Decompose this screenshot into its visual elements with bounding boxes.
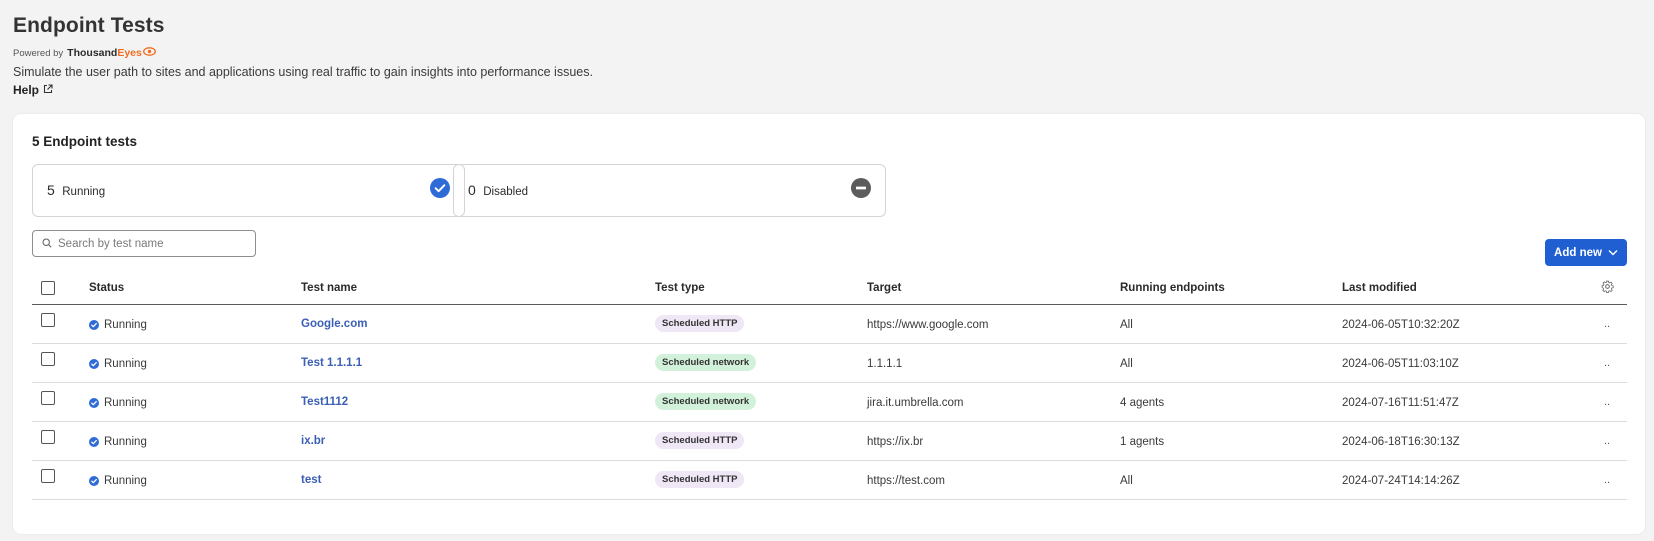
target-cell: https://ix.br xyxy=(867,436,924,448)
running-count: 5 xyxy=(47,181,55,198)
column-header-modified[interactable]: Last modified xyxy=(1342,282,1587,294)
status-text: Running xyxy=(104,397,147,409)
running-endpoints-cell: All xyxy=(1120,358,1133,370)
row-checkbox[interactable] xyxy=(41,430,55,444)
disabled-label: Disabled xyxy=(483,185,528,198)
column-header-running[interactable]: Running endpoints xyxy=(1120,282,1342,294)
test-name-link[interactable]: ix.br xyxy=(301,435,325,447)
running-endpoints-cell: All xyxy=(1120,319,1133,331)
row-actions-menu[interactable]: .. xyxy=(1604,396,1610,408)
help-link[interactable]: Help xyxy=(13,83,53,97)
check-circle-icon xyxy=(89,359,99,369)
table-body: Running Google.com Scheduled HTTP https:… xyxy=(32,305,1627,500)
help-link-label: Help xyxy=(13,83,40,97)
test-type-badge: Scheduled HTTP xyxy=(655,314,745,332)
test-type-badge: Scheduled HTTP xyxy=(655,431,745,449)
target-cell: 1.1.1.1 xyxy=(867,358,903,370)
running-label: Running xyxy=(62,185,106,198)
target-cell: https://www.google.com xyxy=(867,319,989,331)
status-text: Running xyxy=(104,475,147,487)
target-cell: jira.it.umbrella.com xyxy=(867,397,964,409)
column-header-name[interactable]: Test name xyxy=(301,282,655,294)
running-filter-card[interactable]: 5 Running xyxy=(32,164,465,217)
row-actions-menu[interactable]: .. xyxy=(1604,435,1610,447)
status-cell: Running xyxy=(89,473,301,487)
test-name-link[interactable]: Test1112 xyxy=(301,396,348,408)
select-all-checkbox[interactable] xyxy=(41,280,55,295)
table-row[interactable]: Running test Scheduled HTTP https://test… xyxy=(32,461,1627,500)
column-header-status[interactable]: Status xyxy=(89,282,301,294)
row-actions-menu[interactable]: .. xyxy=(1604,318,1610,330)
column-header-target[interactable]: Target xyxy=(867,282,1120,294)
external-link-icon xyxy=(43,83,53,97)
add-new-button[interactable]: Add new xyxy=(1545,239,1627,266)
row-checkbox[interactable] xyxy=(41,391,55,405)
row-checkbox[interactable] xyxy=(41,352,55,366)
last-modified-cell: 2024-07-16T11:51:47Z xyxy=(1342,397,1459,409)
brand-accent: Eyes xyxy=(117,47,142,59)
page-header: Endpoint Tests Powered by Thousand Eyes S… xyxy=(13,14,593,99)
test-name-link[interactable]: test xyxy=(301,474,321,486)
row-actions-menu[interactable]: .. xyxy=(1604,474,1610,486)
test-type-badge: Scheduled HTTP xyxy=(655,470,745,488)
last-modified-cell: 2024-07-24T14:14:26Z xyxy=(1342,475,1460,487)
powered-by-label: Powered by xyxy=(13,47,64,59)
last-modified-cell: 2024-06-18T16:30:13Z xyxy=(1342,436,1460,448)
running-endpoints-cell: All xyxy=(1120,475,1133,487)
thousandeyes-logo-icon xyxy=(142,47,156,59)
check-circle-icon xyxy=(89,398,99,408)
status-cell: Running xyxy=(89,434,301,448)
table-row[interactable]: Running Test1112 Scheduled network jira.… xyxy=(32,383,1627,422)
check-circle-icon xyxy=(89,320,99,330)
endpoint-tests-card: 5 Endpoint tests 5 Running 0 Disabled Ad… xyxy=(13,114,1645,534)
last-modified-cell: 2024-06-05T11:03:10Z xyxy=(1342,358,1459,370)
brand-name: Thousand xyxy=(67,47,118,59)
test-type-badge: Scheduled network xyxy=(655,353,757,371)
table-row[interactable]: Running Google.com Scheduled HTTP https:… xyxy=(32,305,1627,344)
check-circle-icon xyxy=(430,178,450,203)
row-checkbox[interactable] xyxy=(41,469,55,483)
add-new-label: Add new xyxy=(1554,246,1602,259)
status-text: Running xyxy=(104,358,147,370)
test-type-badge: Scheduled network xyxy=(655,392,757,410)
check-circle-icon xyxy=(89,476,99,486)
table-header: Status Test name Test type Target Runnin… xyxy=(32,272,1627,305)
disabled-count: 0 xyxy=(468,181,476,198)
row-checkbox[interactable] xyxy=(41,313,55,327)
last-modified-cell: 2024-06-05T10:32:20Z xyxy=(1342,319,1460,331)
page-title: Endpoint Tests xyxy=(13,14,165,37)
test-name-link[interactable]: Google.com xyxy=(301,318,367,330)
status-cell: Running xyxy=(89,356,301,370)
chevron-down-icon xyxy=(1608,247,1618,259)
minus-circle-icon xyxy=(851,178,871,203)
powered-by: Powered by Thousand Eyes xyxy=(13,47,593,59)
card-title: 5 Endpoint tests xyxy=(32,134,138,149)
test-name-link[interactable]: Test 1.1.1.1 xyxy=(301,357,362,369)
status-text: Running xyxy=(104,319,147,331)
search-icon xyxy=(42,235,52,253)
page-description: Simulate the user path to sites and appl… xyxy=(13,65,593,79)
table-row[interactable]: Running Test 1.1.1.1 Scheduled network 1… xyxy=(32,344,1627,383)
running-endpoints-cell: 4 agents xyxy=(1120,397,1165,409)
search-box[interactable] xyxy=(32,230,256,257)
column-header-type[interactable]: Test type xyxy=(655,282,867,294)
target-cell: https://test.com xyxy=(867,475,945,487)
running-endpoints-cell: 1 agents xyxy=(1120,436,1165,448)
status-cell: Running xyxy=(89,395,301,409)
table-row[interactable]: Running ix.br Scheduled HTTP https://ix.… xyxy=(32,422,1627,461)
disabled-filter-card[interactable]: 0 Disabled xyxy=(453,164,886,217)
gear-icon[interactable] xyxy=(1601,280,1614,296)
row-actions-menu[interactable]: .. xyxy=(1604,357,1610,369)
tests-table: Status Test name Test type Target Runnin… xyxy=(32,272,1627,500)
check-circle-icon xyxy=(89,437,99,447)
status-cell: Running xyxy=(89,317,301,331)
search-input[interactable] xyxy=(58,237,243,250)
status-text: Running xyxy=(104,436,147,448)
